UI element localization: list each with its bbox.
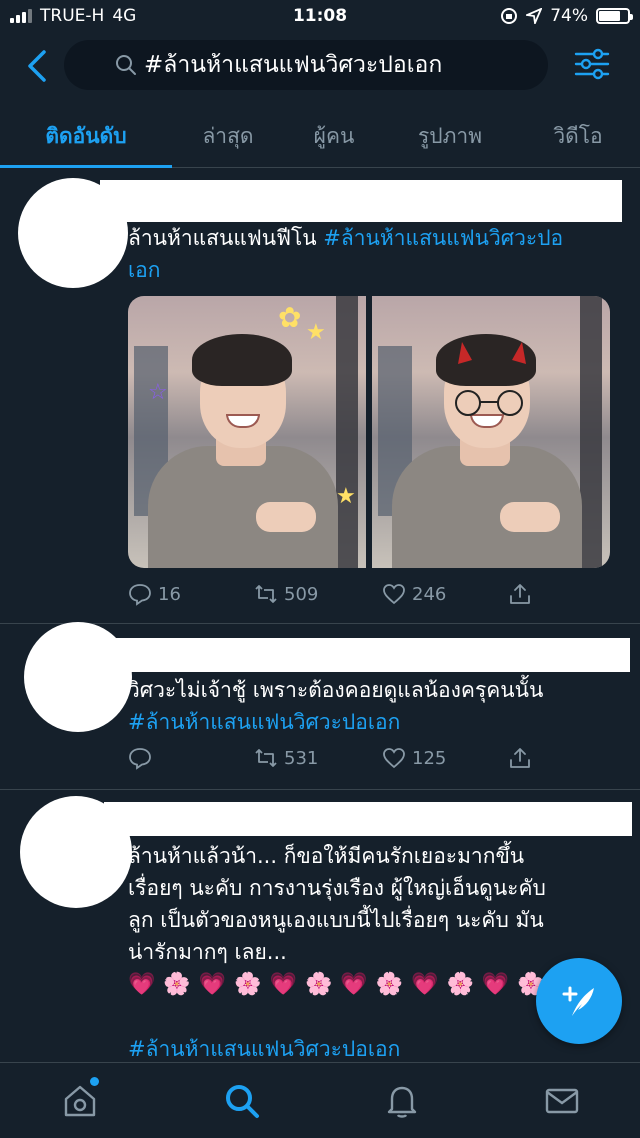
tweet-line: ลูก เป็นตัวของหนูเองแบบนี้ไปเรื่อยๆ นะคั… <box>128 908 544 932</box>
tweet-text: ล้านห้าแสนแฟนฟีโน #ล้านห้าแสนแฟนวิศวะปอ … <box>128 222 622 286</box>
status-bar: TRUE-H 4G 11:08 74% <box>0 0 640 34</box>
retweet-button[interactable]: 531 <box>254 746 318 770</box>
retweet-count: 531 <box>284 747 319 769</box>
bottom-navigation <box>0 1062 640 1138</box>
bell-icon[interactable] <box>382 1081 422 1121</box>
star-outline-sticker-icon: ☆ <box>148 380 168 405</box>
redacted-username <box>104 638 630 672</box>
tab-top[interactable]: ติดอันดับ <box>0 104 172 168</box>
like-count: 246 <box>412 583 447 605</box>
compose-button[interactable] <box>536 958 622 1044</box>
star-sticker-icon: ★ <box>306 320 326 345</box>
tweet-line: เรื่อยๆ นะคับ การงานรุ่งเรือง ผู้ใหญ่เอ็… <box>128 876 546 900</box>
search-input[interactable]: #ล้านห้าแสนแฟนวิศวะปอเอก <box>64 40 548 90</box>
star-sticker-icon: ★ <box>336 484 356 509</box>
tweet-card[interactable]: วิศวะไม่เจ้าชู้ เพราะต้องคอยดูแลน้องครุค… <box>0 622 640 790</box>
redacted-username <box>100 180 622 222</box>
hashtag-link[interactable]: #ล้านห้าแสนแฟนวิศวะปอ <box>323 226 563 250</box>
back-icon[interactable] <box>22 48 52 84</box>
tab-latest[interactable]: ล่าสุด <box>172 104 284 167</box>
redacted-username <box>104 802 632 836</box>
reply-icon <box>129 748 151 770</box>
share-icon <box>510 748 530 768</box>
devil-horns-sticker-icon <box>458 342 526 364</box>
like-button[interactable]: 246 <box>382 582 446 606</box>
explore-search-icon[interactable] <box>222 1081 262 1121</box>
tab-people[interactable]: ผู้คน <box>284 104 384 167</box>
new-content-dot <box>90 1077 99 1086</box>
flower-sticker-icon: ✿ <box>278 301 302 334</box>
tweet-body: ล้านห้าแสนแฟนฟีโน <box>128 226 324 250</box>
emoji-row: 💗🌸💗🌸💗🌸💗🌸💗🌸💗🌸 <box>128 972 553 997</box>
share-icon <box>510 584 530 604</box>
photo-2[interactable] <box>372 296 610 568</box>
reply-button[interactable]: 16 <box>128 582 181 606</box>
rotation-lock-icon <box>501 8 518 24</box>
reply-icon <box>129 584 151 606</box>
photo-1[interactable]: ✿ ★ ☆ ★ <box>128 296 366 568</box>
tweet-text: วิศวะไม่เจ้าชู้ เพราะต้องคอยดูแลน้องครุค… <box>128 674 622 738</box>
location-icon <box>526 8 543 24</box>
tweet-body: วิศวะไม่เจ้าชู้ เพราะต้องคอยดูแลน้องครุค… <box>128 678 544 702</box>
like-button[interactable]: 125 <box>382 746 446 770</box>
share-button[interactable] <box>508 746 532 770</box>
retweet-icon <box>255 585 277 603</box>
search-header: #ล้านห้าแสนแฟนวิศวะปอเอก <box>0 38 640 96</box>
retweet-icon <box>255 749 277 767</box>
tweet-actions: 531 125 <box>128 746 548 776</box>
tweet-line: น่ารักมากๆ เลย... <box>128 940 287 964</box>
tweet-actions: 16 509 246 <box>128 582 548 612</box>
share-button[interactable] <box>508 582 532 606</box>
tweet-line: ล้านห้าแล้วน้า... ก็ขอให้มีคนรักเยอะมากข… <box>128 844 525 868</box>
reply-button[interactable] <box>128 746 158 770</box>
hashtag-link-cont[interactable]: เอก <box>128 258 161 282</box>
mail-icon[interactable] <box>542 1081 582 1121</box>
home-icon[interactable] <box>60 1081 100 1121</box>
tab-photos[interactable]: รูปภาพ <box>384 104 516 167</box>
compose-icon <box>562 986 594 1016</box>
hashtag-link[interactable]: #ล้านห้าแสนแฟนวิศวะปอเอก <box>128 710 400 734</box>
sliders-icon[interactable] <box>574 48 610 80</box>
tweet-card[interactable]: ล้านห้าแสนแฟนฟีโน #ล้านห้าแสนแฟนวิศวะปอ … <box>0 172 640 624</box>
glasses-sticker-icon <box>455 390 523 416</box>
tab-videos[interactable]: วิดีโอ <box>516 104 640 167</box>
retweet-count: 509 <box>284 583 319 605</box>
reply-count: 16 <box>158 583 181 605</box>
search-tabs: ติดอันดับ ล่าสุด ผู้คน รูปภาพ วิดีโอ <box>0 104 640 168</box>
tweet-media[interactable]: ✿ ★ ☆ ★ <box>128 296 610 568</box>
hashtag-link[interactable]: #ล้านห้าแสนแฟนวิศวะปอเอก <box>128 1037 400 1061</box>
search-icon <box>116 55 136 75</box>
heart-icon <box>383 584 405 605</box>
battery-percent: 74% <box>550 6 588 26</box>
heart-icon <box>383 748 405 769</box>
search-query[interactable]: #ล้านห้าแสนแฟนวิศวะปอเอก <box>144 47 442 83</box>
like-count: 125 <box>412 747 447 769</box>
battery-icon <box>596 8 633 24</box>
retweet-button[interactable]: 509 <box>254 582 318 606</box>
